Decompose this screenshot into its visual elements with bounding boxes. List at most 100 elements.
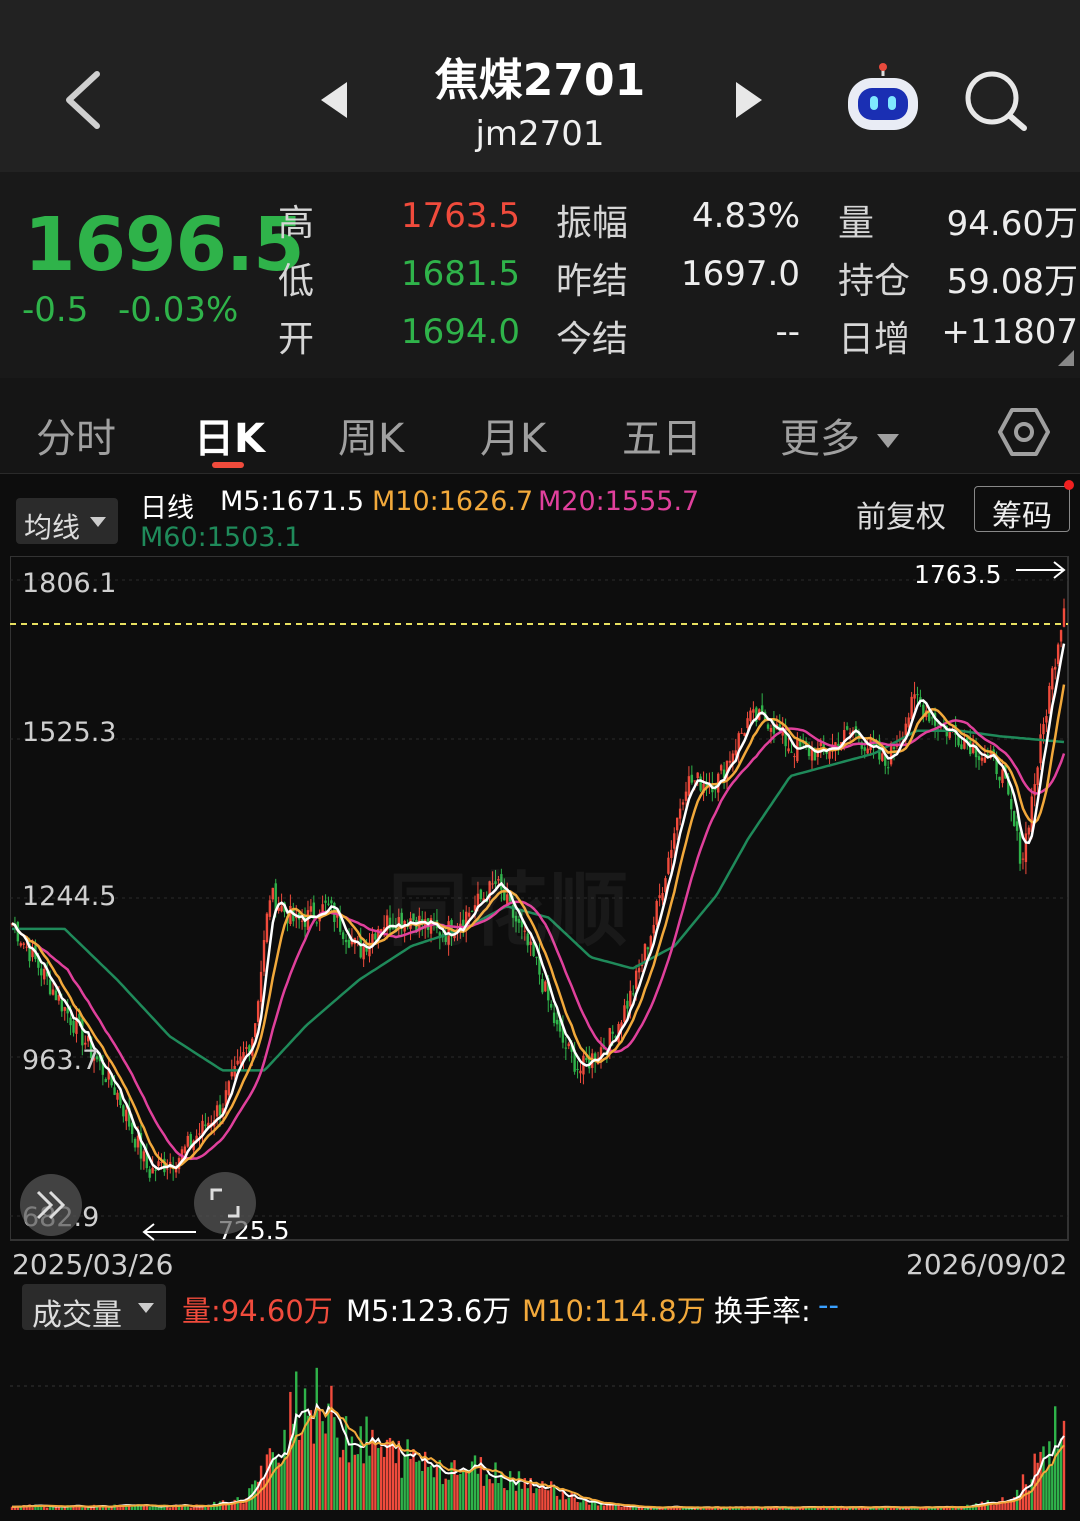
candle-body (555, 1019, 559, 1025)
chevron-down-icon (876, 434, 899, 448)
end-date-label: 2026/09/02 (906, 1248, 1068, 1281)
volume-bar (582, 1499, 585, 1510)
settle-label: 今结 (556, 319, 629, 360)
tab-intraday[interactable]: 分时 (36, 406, 116, 464)
candle-body (157, 1161, 160, 1166)
oi-change-label: 日增 (838, 319, 911, 360)
tab-five-day[interactable]: 五日 (622, 406, 702, 464)
volume-bar (382, 1456, 386, 1510)
candle-body (629, 990, 632, 1007)
candle-body (845, 726, 849, 730)
volume-bar (327, 1403, 330, 1510)
quote-panel: 1696.5 -0.5 -0.03% 高 低 开 1763.5 1681.5 1… (0, 172, 1080, 378)
candle-body (769, 727, 773, 732)
volume-bar (286, 1456, 289, 1510)
volume-chart[interactable] (10, 1336, 1070, 1516)
tab-monthly-k[interactable]: 月K (480, 406, 546, 464)
volume-bar (444, 1478, 447, 1510)
volume-bar (467, 1469, 471, 1510)
volume-bar (394, 1463, 398, 1510)
low-label: 低 (278, 261, 315, 302)
candle-body (63, 1007, 66, 1011)
volume-bar (283, 1429, 286, 1510)
volume-bar (432, 1477, 436, 1510)
candle-body (48, 979, 52, 995)
volume-bar (274, 1456, 277, 1510)
candle-body (1001, 769, 1004, 784)
volume-bar (300, 1432, 304, 1510)
candle-body (1045, 716, 1048, 723)
volume-bar (400, 1477, 403, 1510)
candle-body (980, 757, 984, 761)
volume-bar (353, 1454, 357, 1510)
volume-bar (511, 1480, 515, 1510)
volume-bar (306, 1415, 310, 1510)
volume-bar (1045, 1471, 1048, 1510)
volume-bar (45, 1507, 49, 1510)
candle-body (886, 767, 890, 769)
candle-body (309, 906, 313, 912)
candle-body (881, 753, 884, 761)
candle-body (623, 1005, 626, 1023)
ai-assistant-icon[interactable] (842, 62, 924, 134)
volume-bar (708, 1508, 711, 1510)
volume-bar (462, 1470, 465, 1510)
candle-body (892, 746, 896, 750)
volume-bar (552, 1485, 556, 1510)
candle-body (230, 1071, 233, 1077)
candle-body (752, 709, 755, 713)
volume-bar (242, 1503, 245, 1510)
volume-bar (1051, 1465, 1054, 1510)
candle-body (151, 1167, 154, 1174)
volume-bar (555, 1495, 559, 1510)
low-value: 1681.5 (401, 254, 520, 294)
chip-distribution-button[interactable]: 筹码 (974, 486, 1070, 534)
tab-daily-k[interactable]: 日K (194, 406, 265, 464)
tab-more[interactable]: 更多 (780, 406, 899, 464)
volume-bar (576, 1501, 579, 1510)
indicator-dropdown[interactable]: 成交量 (22, 1284, 166, 1333)
volume-bar (151, 1506, 154, 1510)
double-chevron-icon (36, 1190, 66, 1220)
candle-body (239, 1056, 242, 1064)
candle-body (611, 1031, 614, 1034)
back-arrow-icon[interactable] (55, 60, 115, 140)
candle-body (977, 756, 981, 761)
candle-body (324, 900, 327, 903)
volume-bar (435, 1464, 439, 1510)
adjust-mode-button[interactable]: 前复权 (856, 492, 946, 536)
candle-body (1051, 668, 1054, 690)
next-contract-icon[interactable] (728, 78, 768, 122)
volume-bar (362, 1463, 365, 1510)
volume-bar (148, 1506, 151, 1510)
ma-dropdown[interactable]: 均线 (16, 498, 118, 544)
candle-body (552, 1012, 556, 1024)
search-icon[interactable] (962, 68, 1030, 132)
volume-bar (567, 1497, 570, 1510)
candle-body (166, 1168, 169, 1170)
volume-bar (488, 1479, 491, 1510)
candle-body (749, 710, 752, 722)
volume-bar (895, 1508, 899, 1510)
prev-settle-label: 昨结 (556, 261, 629, 302)
y-tick-label: 963.7 (22, 1045, 100, 1076)
history-scroll-button[interactable] (20, 1174, 82, 1236)
candle-body (699, 776, 702, 791)
volume-bar (678, 1508, 682, 1510)
candle-body (51, 989, 55, 995)
expand-corner-icon[interactable] (1058, 350, 1074, 366)
tab-weekly-k[interactable]: 周K (338, 406, 404, 464)
settings-hexagon-icon[interactable] (998, 406, 1050, 458)
candle-body (913, 694, 916, 699)
volume-bar (356, 1454, 359, 1510)
candle-body (564, 1047, 568, 1049)
fullscreen-button[interactable] (194, 1172, 256, 1234)
volume-bar (620, 1506, 623, 1510)
high-label: 高 (278, 203, 315, 244)
candle-body (256, 1001, 260, 1022)
volume-bar (643, 1508, 647, 1510)
fullscreen-icon (210, 1188, 240, 1218)
candle-body (72, 1020, 75, 1033)
candle-body (790, 751, 793, 753)
volume-ma5: M5:123.6万 (346, 1294, 512, 1328)
